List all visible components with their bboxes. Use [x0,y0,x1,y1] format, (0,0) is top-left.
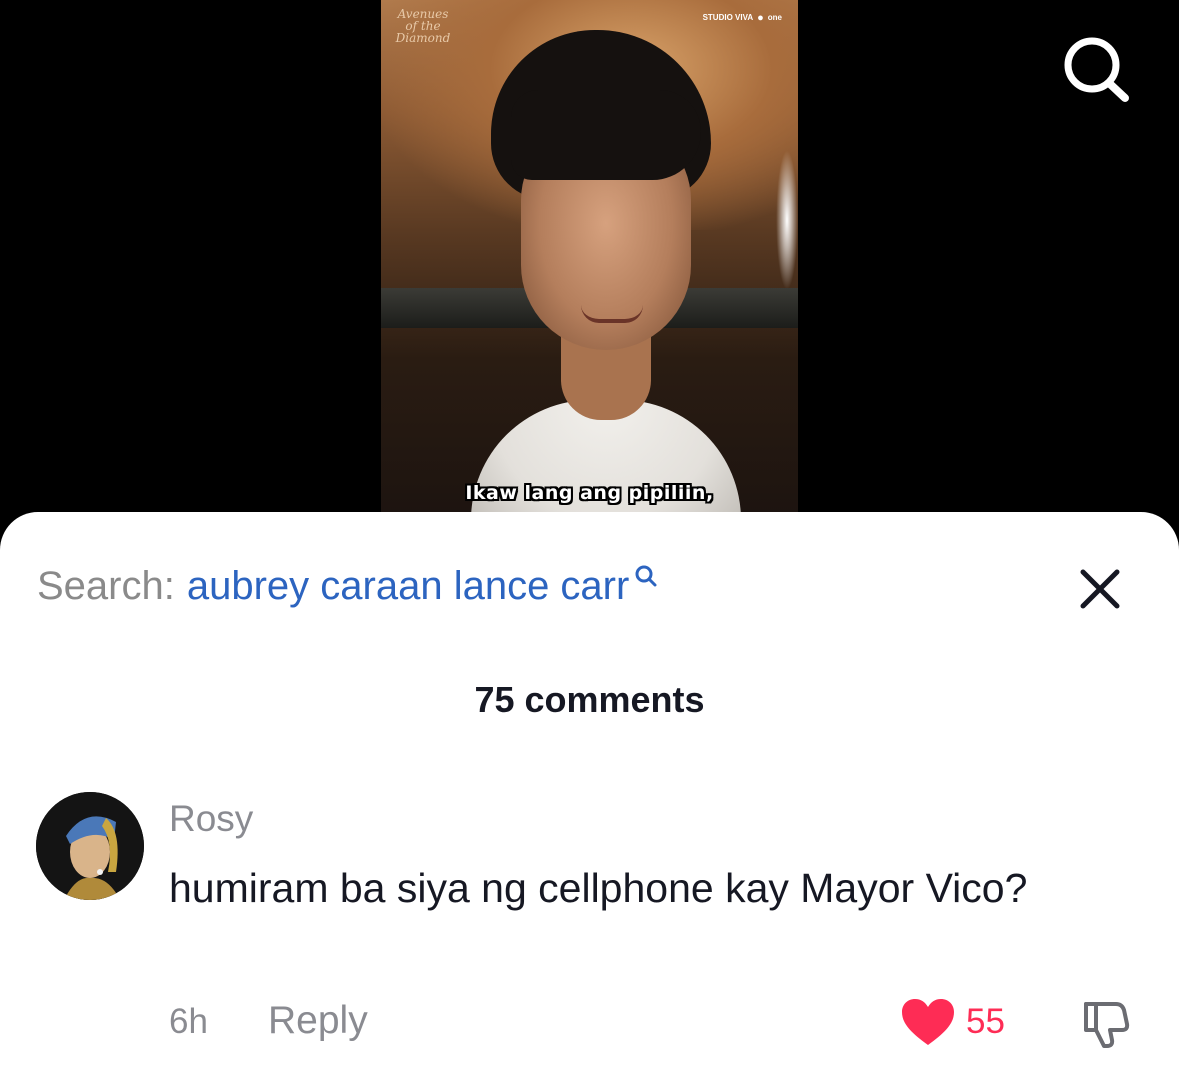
video-person [441,30,741,513]
search-icon [635,565,657,587]
video-player[interactable]: Avenues of the Diamond STUDIO VIVA ● one [381,0,798,513]
comments-sheet: Search: aubrey caraan lance carr 75 comm… [0,512,1179,1086]
like-count: 55 [966,1002,1005,1041]
comment-text: humiram ba siya ng cellphone kay Mayor V… [169,865,1028,911]
search-icon[interactable] [1058,36,1134,104]
studio-logo-text: STUDIO VIVA [702,13,754,22]
search-query-link[interactable]: aubrey caraan lance carr [187,562,629,610]
comment-timestamp: 6h [169,1002,208,1041]
video-person-mouth [581,305,643,323]
heart-icon-glyph [902,999,954,1045]
close-icon[interactable] [1077,566,1123,612]
search-icon-glyph [1064,37,1129,102]
heart-icon[interactable] [900,998,956,1048]
reply-button[interactable]: Reply [268,998,368,1044]
thumbs-down-icon[interactable] [1080,996,1134,1050]
search-suggestion[interactable]: Search: aubrey caraan lance carr [37,562,659,610]
close-icon-glyph [1080,569,1120,609]
screen: Avenues of the Diamond STUDIO VIVA ● one… [0,0,1179,1086]
search-prefix: Search: [37,564,175,608]
avatar[interactable] [36,792,144,900]
show-logo: Avenues of the Diamond [395,7,451,45]
one-logo-text: one [767,13,782,22]
video-light [776,150,798,290]
comments-count: 75 comments [474,679,705,720]
comment-author[interactable]: Rosy [169,797,253,841]
video-person-fringe [511,90,701,180]
avatar-image [36,792,144,900]
studio-logo-mark: ● [757,12,764,24]
studio-logo: STUDIO VIVA ● one [702,12,782,24]
thumbs-down-icon-glyph [1084,1002,1130,1048]
video-subtitle: Ikaw lang ang pipiliin, [465,482,714,504]
